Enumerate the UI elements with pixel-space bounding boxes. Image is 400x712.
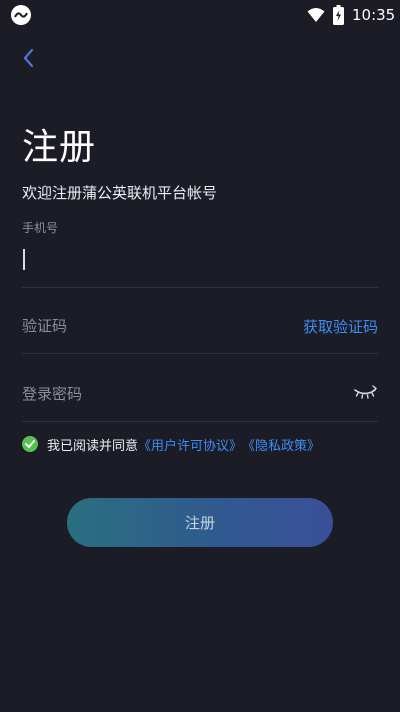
phone-label: 手机号	[22, 221, 59, 235]
status-bar: 10:35	[0, 0, 400, 30]
privacy-policy-link[interactable]: 《隐私政策》	[242, 435, 320, 454]
agreement-checkbox[interactable]	[22, 436, 38, 452]
page-subtitle: 欢迎注册蒲公英联机平台帐号	[22, 184, 218, 202]
user-license-link[interactable]: 《用户许可协议》	[138, 435, 242, 454]
agreement-row: 我已阅读并同意 《用户许可协议》 《隐私政策》	[22, 434, 320, 454]
battery-charging-icon	[333, 5, 344, 25]
eye-closed-icon[interactable]	[352, 383, 378, 403]
chevron-left-icon	[23, 48, 34, 68]
divider	[22, 287, 378, 288]
back-button[interactable]	[16, 44, 40, 72]
register-button[interactable]: 注册	[67, 498, 333, 547]
status-time: 10:35	[352, 6, 396, 24]
divider	[22, 421, 378, 422]
wifi-icon	[307, 8, 325, 22]
password-input[interactable]	[22, 379, 272, 409]
checkmark-icon	[25, 440, 35, 448]
app-badge-icon	[11, 5, 31, 25]
page-title: 注册	[22, 127, 97, 168]
agreement-text: 我已阅读并同意	[47, 438, 139, 454]
divider	[22, 353, 378, 354]
text-caret	[23, 249, 25, 270]
verification-code-input[interactable]	[22, 311, 272, 341]
phone-input[interactable]	[22, 243, 362, 277]
get-code-button[interactable]: 获取验证码	[303, 316, 378, 337]
